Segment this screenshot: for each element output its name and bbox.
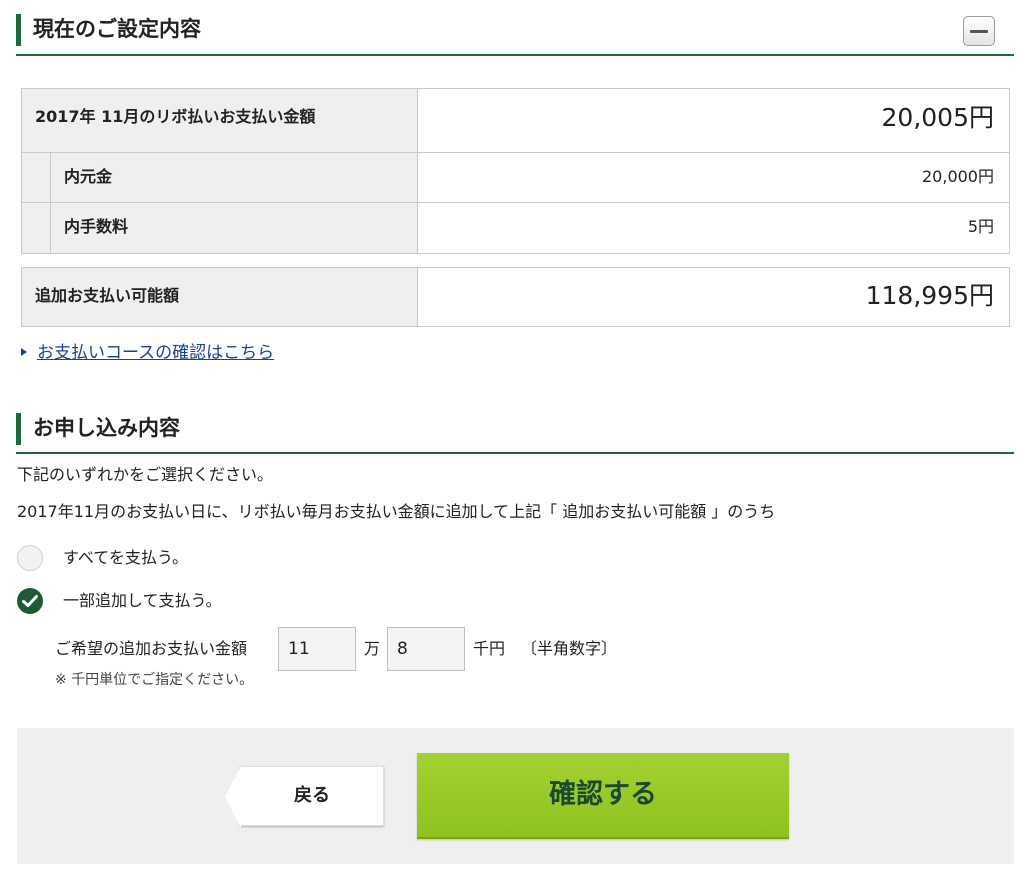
revolving-payment-table: 2017年 11月のリボ払いお支払い金額 20,005円 内元金 20,000円… xyxy=(21,88,1010,254)
revolving-payment-label: 2017年 11月のリボ払いお支払い金額 xyxy=(22,89,418,152)
description-text: 2017年11月のお支払い日に、リボ払い毎月お支払い金額に追加して上記「 追加お… xyxy=(17,502,776,521)
man-unit-label: 万 xyxy=(364,639,381,658)
section-title: 現在のご設定内容 xyxy=(33,17,201,41)
revolving-payment-value: 20,005円 xyxy=(881,103,994,132)
amount-note: ※ 千円単位でご指定ください。 xyxy=(55,672,254,688)
footer-button-area: 戻る 確認する xyxy=(17,728,1014,864)
triangle-right-icon xyxy=(21,348,27,356)
checkmark-icon xyxy=(22,595,38,607)
section-title: お申し込み内容 xyxy=(33,416,180,440)
application-header: お申し込み内容 xyxy=(16,405,1014,454)
radio-checked-icon[interactable] xyxy=(17,588,43,614)
collapse-button[interactable] xyxy=(963,16,995,46)
principal-value: 20,000円 xyxy=(922,167,994,186)
additional-available-table: 追加お支払い可能額 118,995円 xyxy=(21,267,1010,327)
radio-unchecked-icon[interactable] xyxy=(17,545,43,571)
amount-sen-input[interactable] xyxy=(387,627,465,671)
half-width-hint: 〔半角数字〕 xyxy=(521,639,618,658)
payment-course-link[interactable]: お支払いコースの確認はこちら xyxy=(37,343,274,363)
course-link-row: お支払いコースの確認はこちら xyxy=(21,342,274,364)
section-accent-bar xyxy=(16,413,21,445)
table-row: 内手数料 5円 xyxy=(22,202,1009,253)
current-settings-header: 現在のご設定内容 xyxy=(16,8,1014,56)
minus-icon xyxy=(970,30,988,33)
option-label[interactable]: 一部追加して支払う。 xyxy=(63,590,222,612)
sen-unit-label: 千円 xyxy=(473,639,506,658)
table-row: 追加お支払い可能額 118,995円 xyxy=(22,268,1009,326)
fee-label: 内手数料 xyxy=(51,203,418,253)
amount-label: ご希望の追加お支払い金額 xyxy=(55,639,248,658)
instruction-text: 下記のいずれかをご選択ください。 xyxy=(17,465,274,484)
amount-man-input[interactable] xyxy=(278,627,356,671)
fee-value: 5円 xyxy=(967,217,994,236)
additional-available-label: 追加お支払い可能額 xyxy=(22,268,418,326)
section-accent-bar xyxy=(16,14,21,46)
back-button[interactable]: 戻る xyxy=(225,766,384,828)
principal-label: 内元金 xyxy=(51,153,418,202)
table-row: 内元金 20,000円 xyxy=(22,152,1009,202)
option-label[interactable]: すべてを支払う。 xyxy=(63,547,188,569)
table-row: 2017年 11月のリボ払いお支払い金額 20,005円 xyxy=(22,89,1009,152)
amount-input-row: ご希望の追加お支払い金額 万 千円 〔半角数字〕 xyxy=(55,627,755,671)
additional-available-value: 118,995円 xyxy=(865,281,994,310)
confirm-button[interactable]: 確認する xyxy=(417,753,789,839)
